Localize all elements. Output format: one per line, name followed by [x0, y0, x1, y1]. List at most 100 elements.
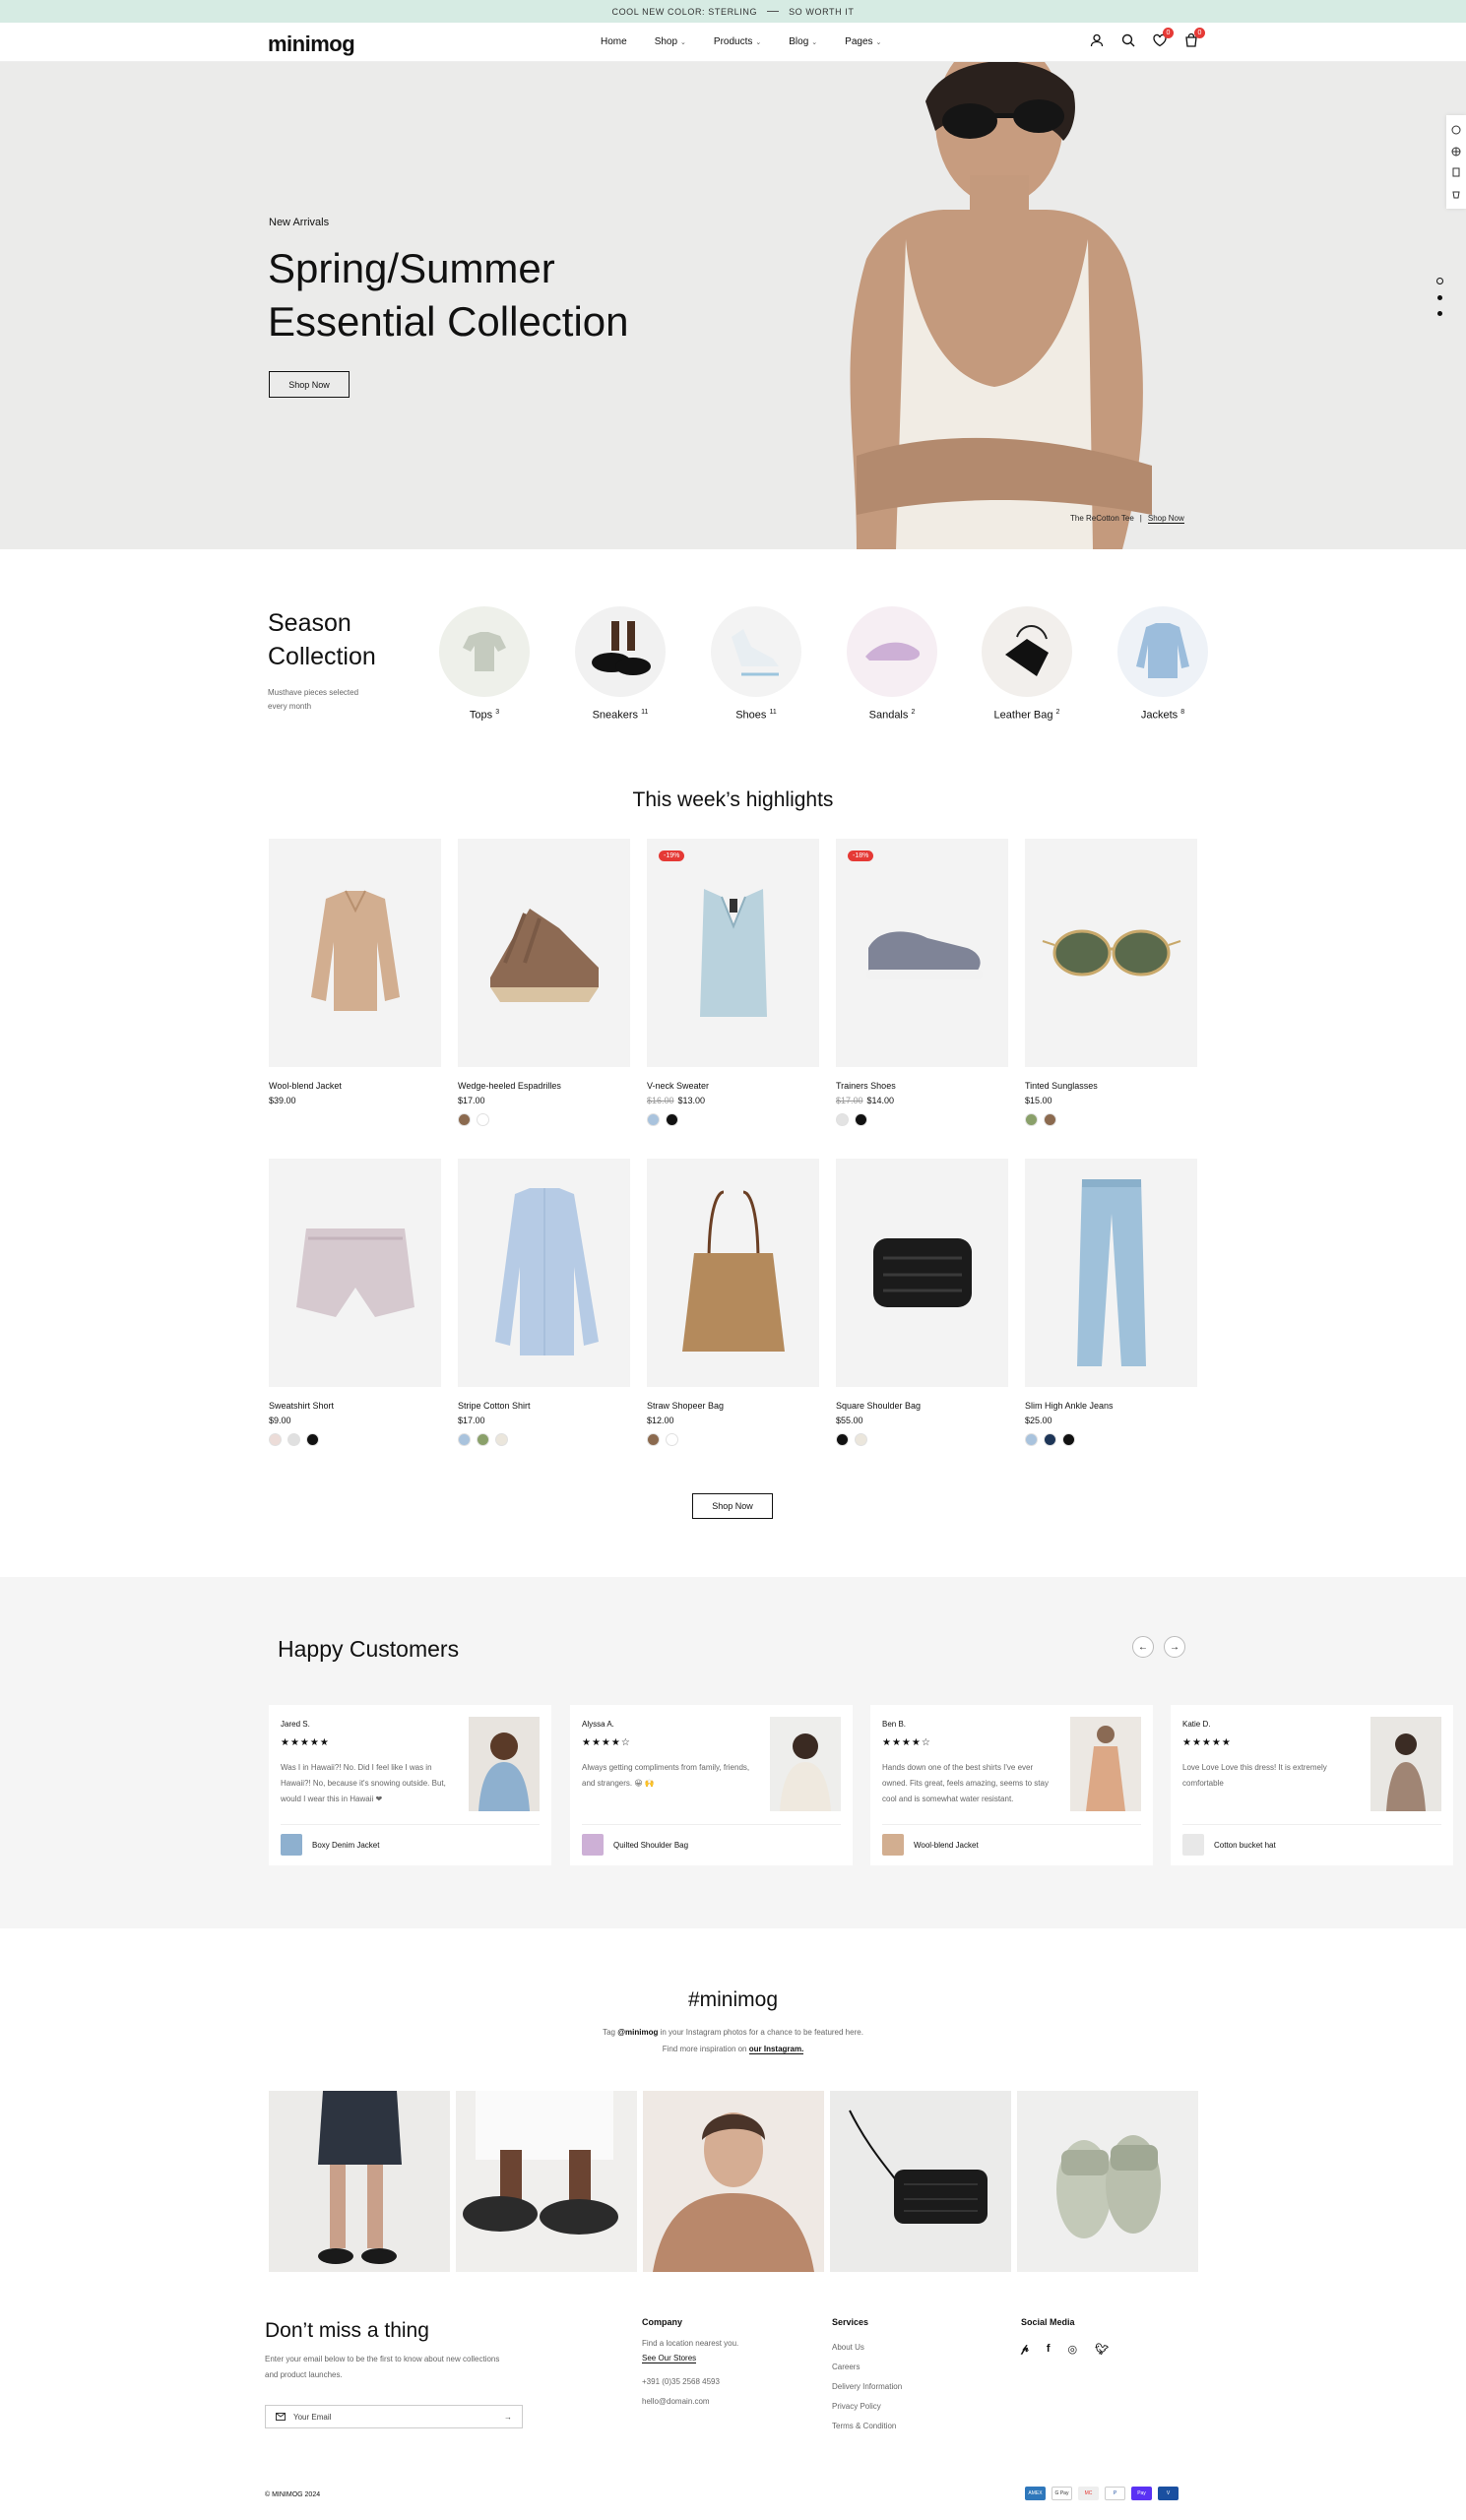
footer-link-careers[interactable]: Careers: [832, 2358, 902, 2377]
product-name[interactable]: Wedge-heeled Espadrilles: [458, 1081, 630, 1091]
next-arrow-button[interactable]: →: [1164, 1636, 1185, 1658]
color-swatch[interactable]: [855, 1433, 867, 1446]
color-swatch[interactable]: [666, 1113, 678, 1126]
account-icon[interactable]: [1089, 32, 1105, 48]
color-swatch[interactable]: [836, 1433, 849, 1446]
cart-icon[interactable]: 0: [1183, 28, 1205, 48]
hero-shop-now-button[interactable]: Shop Now: [269, 371, 350, 398]
product-card[interactable]: -19% V-neck Sweater $16.00 $13.00: [647, 839, 819, 1126]
wishlist-icon[interactable]: 0: [1152, 28, 1174, 48]
product-name[interactable]: Straw Shopeer Bag: [647, 1401, 819, 1411]
product-image[interactable]: [1025, 839, 1197, 1067]
footer-link-delivery[interactable]: Delivery Information: [832, 2377, 902, 2397]
product-card[interactable]: Square Shoulder Bag $55.00: [836, 1159, 1008, 1446]
review-photo[interactable]: [1370, 1717, 1441, 1811]
product-image[interactable]: [647, 1159, 819, 1387]
nav-home[interactable]: Home: [601, 36, 627, 47]
nav-products[interactable]: Products ⌄: [714, 36, 761, 47]
product-name[interactable]: Sweatshirt Short: [269, 1401, 441, 1411]
category-item[interactable]: Sandals 2: [847, 606, 937, 722]
product-name[interactable]: V-neck Sweater: [647, 1081, 819, 1091]
product-card[interactable]: -18% Trainers Shoes $17.00 $14.00: [836, 839, 1008, 1126]
product-name[interactable]: Stripe Cotton Shirt: [458, 1401, 630, 1411]
product-image[interactable]: [1025, 1159, 1197, 1387]
slider-dot[interactable]: [1437, 311, 1442, 316]
product-card[interactable]: Stripe Cotton Shirt $17.00: [458, 1159, 630, 1446]
bag-icon[interactable]: [1451, 189, 1461, 199]
category-item[interactable]: Sneakers 11: [575, 606, 666, 722]
color-swatch[interactable]: [287, 1433, 300, 1446]
instagram-link[interactable]: our Instagram.: [748, 2045, 804, 2054]
review-product[interactable]: Quilted Shoulder Bag: [582, 1834, 688, 1856]
product-name[interactable]: Tinted Sunglasses: [1025, 1081, 1197, 1091]
nav-shop[interactable]: Shop ⌄: [655, 36, 686, 47]
globe-icon[interactable]: [1451, 147, 1461, 157]
instagram-photo[interactable]: [456, 2091, 637, 2272]
product-image[interactable]: [458, 1159, 630, 1387]
newsletter-email-field[interactable]: Your Email →: [265, 2405, 523, 2428]
submit-arrow-icon[interactable]: →: [504, 2413, 512, 2422]
prev-arrow-button[interactable]: ←: [1132, 1636, 1154, 1658]
product-image[interactable]: [458, 839, 630, 1067]
footer-link-privacy[interactable]: Privacy Policy: [832, 2397, 902, 2417]
logo[interactable]: minimog: [268, 32, 355, 57]
footer-link-terms[interactable]: Terms & Condition: [832, 2417, 902, 2436]
color-swatch[interactable]: [1062, 1433, 1075, 1446]
color-swatch[interactable]: [666, 1433, 678, 1446]
review-photo[interactable]: [469, 1717, 540, 1811]
product-image[interactable]: -19%: [647, 839, 819, 1067]
review-product[interactable]: Boxy Denim Jacket: [281, 1834, 379, 1856]
product-card[interactable]: Sweatshirt Short $9.00: [269, 1159, 441, 1446]
product-name[interactable]: Wool-blend Jacket: [269, 1081, 441, 1091]
pinterest-icon[interactable]: 𝓅: [1021, 2343, 1029, 2356]
color-swatch[interactable]: [1025, 1433, 1038, 1446]
instagram-photo[interactable]: [269, 2091, 450, 2272]
color-swatch[interactable]: [1044, 1113, 1056, 1126]
category-item[interactable]: Leather Bag 2: [982, 606, 1072, 722]
product-name[interactable]: Square Shoulder Bag: [836, 1401, 1008, 1411]
color-swatch[interactable]: [1044, 1433, 1056, 1446]
review-product[interactable]: Cotton bucket hat: [1182, 1834, 1276, 1856]
product-card[interactable]: Slim High Ankle Jeans $25.00: [1025, 1159, 1197, 1446]
product-image[interactable]: [269, 1159, 441, 1387]
see-stores-link[interactable]: See Our Stores: [642, 2354, 697, 2363]
phone-number[interactable]: +391 (0)35 2568 4593: [642, 2372, 738, 2392]
nav-pages[interactable]: Pages ⌄: [845, 36, 881, 47]
color-swatch[interactable]: [458, 1113, 471, 1126]
color-swatch[interactable]: [836, 1113, 849, 1126]
color-swatch[interactable]: [477, 1433, 489, 1446]
category-item[interactable]: Jackets 8: [1117, 606, 1208, 722]
contact-email[interactable]: hello@domain.com: [642, 2392, 738, 2412]
color-swatch[interactable]: [306, 1433, 319, 1446]
palette-icon[interactable]: [1451, 125, 1461, 135]
product-image[interactable]: -18%: [836, 839, 1008, 1067]
instagram-photo[interactable]: [830, 2091, 1011, 2272]
product-card[interactable]: Wedge-heeled Espadrilles $17.00: [458, 839, 630, 1126]
slider-dot-active[interactable]: [1436, 278, 1443, 284]
hero-caption-link[interactable]: Shop Now: [1147, 514, 1184, 524]
category-item[interactable]: Shoes 11: [711, 606, 801, 722]
color-swatch[interactable]: [855, 1113, 867, 1126]
product-name[interactable]: Slim High Ankle Jeans: [1025, 1401, 1197, 1411]
product-image[interactable]: [836, 1159, 1008, 1387]
highlights-shop-now-button[interactable]: Shop Now: [692, 1493, 773, 1519]
slider-dot[interactable]: [1437, 295, 1442, 300]
color-swatch[interactable]: [647, 1113, 660, 1126]
footer-link-about[interactable]: About Us: [832, 2338, 902, 2358]
facebook-icon[interactable]: f: [1047, 2343, 1051, 2356]
color-swatch[interactable]: [458, 1433, 471, 1446]
product-card[interactable]: Wool-blend Jacket $39.00: [269, 839, 441, 1105]
color-swatch[interactable]: [1025, 1113, 1038, 1126]
instagram-photo[interactable]: [1017, 2091, 1198, 2272]
product-name[interactable]: Trainers Shoes: [836, 1081, 1008, 1091]
document-icon[interactable]: [1451, 167, 1461, 177]
product-card[interactable]: Straw Shopeer Bag $12.00: [647, 1159, 819, 1446]
review-photo[interactable]: [770, 1717, 841, 1811]
search-icon[interactable]: [1120, 32, 1136, 48]
review-photo[interactable]: [1070, 1717, 1141, 1811]
twitter-icon[interactable]: 🐦︎: [1095, 2343, 1109, 2356]
color-swatch[interactable]: [269, 1433, 282, 1446]
color-swatch[interactable]: [477, 1113, 489, 1126]
review-product[interactable]: Wool-blend Jacket: [882, 1834, 979, 1856]
instagram-icon[interactable]: ◎: [1068, 2343, 1078, 2356]
